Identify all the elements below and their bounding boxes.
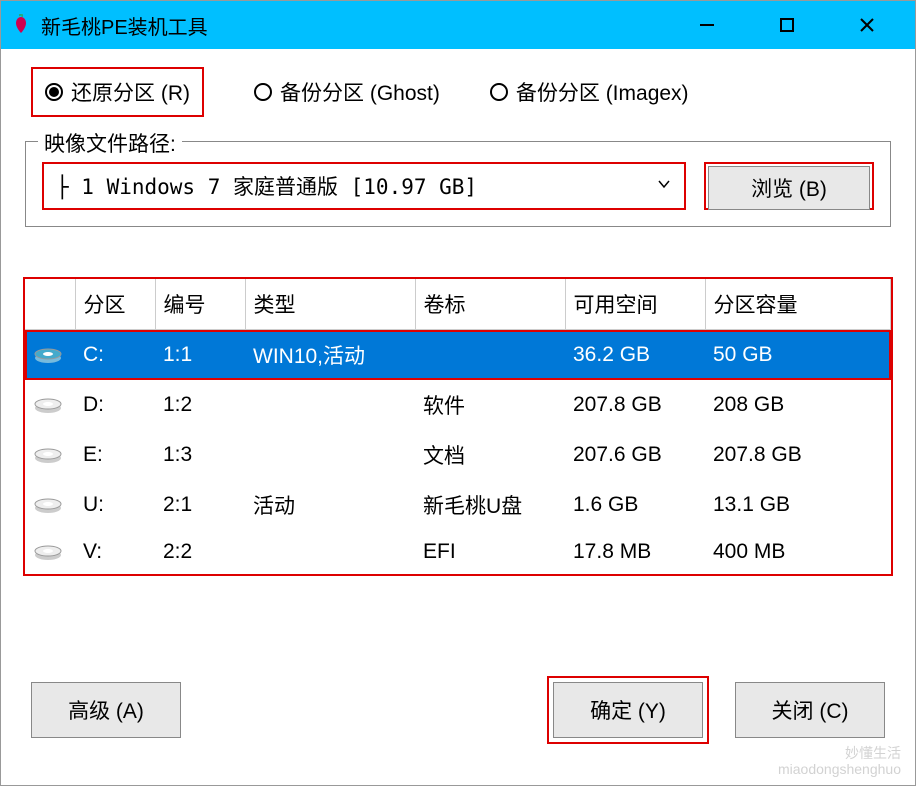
cell-type: 活动 (245, 480, 415, 530)
cell-type (245, 430, 415, 480)
window-controls (687, 5, 887, 45)
th-type: 类型 (245, 279, 415, 330)
button-label: 确定 (Y) (590, 700, 666, 723)
cell-partition: C: (75, 330, 155, 381)
radio-icon (45, 83, 63, 101)
radio-backup-imagex[interactable]: 备份分区 (Imagex) (490, 77, 689, 107)
cell-icon (25, 530, 75, 574)
cell-partition: V: (75, 530, 155, 574)
cell-free: 36.2 GB (565, 330, 705, 381)
cell-capacity: 207.8 GB (705, 430, 891, 480)
browse-button[interactable]: 浏览 (B) (708, 166, 870, 210)
cell-number: 1:2 (155, 380, 245, 430)
content-area: 还原分区 (R) 备份分区 (Ghost) 备份分区 (Imagex) 映像文件… (1, 49, 915, 762)
cell-number: 1:3 (155, 430, 245, 480)
advanced-button[interactable]: 高级 (A) (31, 682, 181, 738)
button-label: 关闭 (C) (772, 700, 849, 723)
cell-free: 1.6 GB (565, 480, 705, 530)
table-header-row: 分区 编号 类型 卷标 可用空间 分区容量 (25, 279, 891, 330)
drive-icon (33, 444, 63, 466)
drive-icon (33, 541, 63, 563)
cell-free: 207.8 GB (565, 380, 705, 430)
table-row[interactable]: D: 1:2 软件 207.8 GB 208 GB (25, 380, 891, 430)
app-icon (9, 13, 33, 37)
th-label: 卷标 (415, 279, 565, 330)
th-free: 可用空间 (565, 279, 705, 330)
image-path-row: ├ 1 Windows 7 家庭普通版 [10.97 GB] 浏览 (B) (42, 162, 874, 210)
button-label: 高级 (A) (68, 700, 144, 723)
image-select-value: ├ 1 Windows 7 家庭普通版 [10.97 GB] (56, 171, 656, 201)
cell-number: 2:2 (155, 530, 245, 574)
titlebar: 新毛桃PE装机工具 (1, 1, 915, 49)
cell-partition: E: (75, 430, 155, 480)
th-capacity: 分区容量 (705, 279, 891, 330)
watermark: 妙懂生活 miaodongshenghuo (778, 746, 901, 777)
bottom-button-row: 高级 (A) 确定 (Y) 关闭 (C) (21, 676, 895, 744)
cell-label: 文档 (415, 430, 565, 480)
cell-free: 17.8 MB (565, 530, 705, 574)
drive-icon (33, 394, 63, 416)
cell-label: 软件 (415, 380, 565, 430)
image-path-fieldset: 映像文件路径: ├ 1 Windows 7 家庭普通版 [10.97 GB] 浏… (25, 141, 891, 227)
minimize-button[interactable] (687, 5, 727, 45)
cell-icon (25, 330, 75, 381)
image-path-legend: 映像文件路径: (38, 128, 182, 158)
cell-capacity: 50 GB (705, 330, 891, 381)
highlight-ok: 确定 (Y) (547, 676, 709, 744)
radio-label: 备份分区 (Imagex) (516, 77, 689, 107)
image-select-dropdown[interactable]: ├ 1 Windows 7 家庭普通版 [10.97 GB] (42, 162, 686, 210)
th-number: 编号 (155, 279, 245, 330)
partition-table-wrap: 分区 编号 类型 卷标 可用空间 分区容量 C: 1:1 WIN10,活动 36… (23, 277, 893, 576)
table-row[interactable]: U: 2:1 活动 新毛桃U盘 1.6 GB 13.1 GB (25, 480, 891, 530)
cell-capacity: 400 MB (705, 530, 891, 574)
cell-capacity: 208 GB (705, 380, 891, 430)
table-row[interactable]: C: 1:1 WIN10,活动 36.2 GB 50 GB (25, 330, 891, 381)
cell-type (245, 380, 415, 430)
radio-icon (490, 83, 508, 101)
partition-table: 分区 编号 类型 卷标 可用空间 分区容量 C: 1:1 WIN10,活动 36… (25, 279, 891, 574)
table-row[interactable]: E: 1:3 文档 207.6 GB 207.8 GB (25, 430, 891, 480)
close-window-button[interactable] (847, 5, 887, 45)
mode-radio-group: 还原分区 (R) 备份分区 (Ghost) 备份分区 (Imagex) (31, 67, 895, 117)
cell-partition: U: (75, 480, 155, 530)
cell-number: 2:1 (155, 480, 245, 530)
cell-type: WIN10,活动 (245, 330, 415, 381)
window-title: 新毛桃PE装机工具 (41, 11, 687, 40)
radio-icon (254, 83, 272, 101)
watermark-line1: 妙懂生活 (778, 746, 901, 761)
cell-number: 1:1 (155, 330, 245, 381)
drive-icon (33, 344, 63, 366)
radio-label: 备份分区 (Ghost) (280, 77, 440, 107)
cell-type (245, 530, 415, 574)
cell-icon (25, 430, 75, 480)
cell-label (415, 330, 565, 381)
highlight-browse: 浏览 (B) (704, 162, 874, 210)
watermark-line2: miaodongshenghuo (778, 762, 901, 777)
th-partition: 分区 (75, 279, 155, 330)
radio-label: 还原分区 (R) (71, 77, 190, 107)
close-button[interactable]: 关闭 (C) (735, 682, 885, 738)
chevron-down-icon (656, 176, 672, 197)
drive-icon (33, 494, 63, 516)
button-label: 浏览 (B) (751, 173, 827, 203)
highlight-restore: 还原分区 (R) (31, 67, 204, 117)
cell-icon (25, 480, 75, 530)
cell-free: 207.6 GB (565, 430, 705, 480)
maximize-button[interactable] (767, 5, 807, 45)
table-row[interactable]: V: 2:2 EFI 17.8 MB 400 MB (25, 530, 891, 574)
radio-restore[interactable]: 还原分区 (R) (45, 77, 190, 107)
cell-label: 新毛桃U盘 (415, 480, 565, 530)
cell-capacity: 13.1 GB (705, 480, 891, 530)
radio-backup-ghost[interactable]: 备份分区 (Ghost) (254, 77, 440, 107)
th-icon (25, 279, 75, 330)
app-window: 新毛桃PE装机工具 还原分区 (R) 备份分区 (Ghost) (0, 0, 916, 786)
cell-icon (25, 380, 75, 430)
cell-partition: D: (75, 380, 155, 430)
ok-button[interactable]: 确定 (Y) (553, 682, 703, 738)
cell-label: EFI (415, 530, 565, 574)
